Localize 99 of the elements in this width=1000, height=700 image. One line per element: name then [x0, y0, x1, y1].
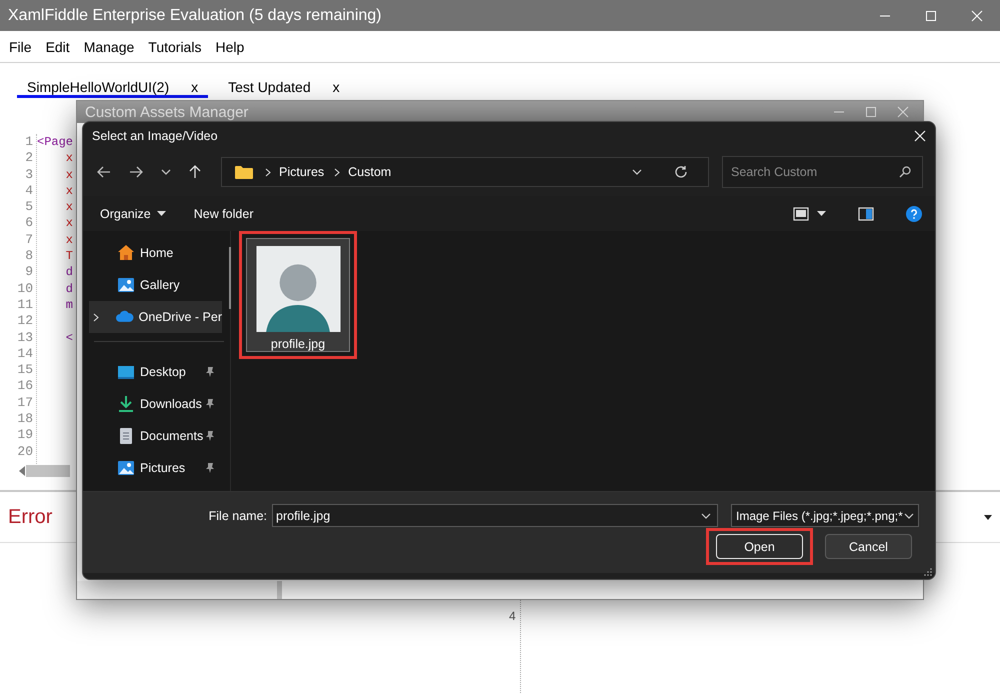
sidebar-item[interactable]: OneDrive - Per: [89, 301, 222, 333]
pin-icon[interactable]: [205, 398, 215, 410]
line-number: 4: [24, 182, 33, 200]
code-text: T: [64, 249, 74, 264]
dialog-button[interactable]: Open: [716, 534, 803, 559]
line-number: 10: [16, 280, 33, 297]
tab-close-button[interactable]: x: [332, 79, 340, 95]
menu-item[interactable]: File: [9, 38, 32, 54]
line-number: 9: [24, 264, 33, 281]
tab-close-button[interactable]: x: [191, 79, 198, 95]
chevron-down-icon[interactable]: [161, 169, 171, 175]
code-text: x: [64, 168, 74, 182]
line-number: 6: [24, 215, 33, 232]
up-arrow-icon[interactable]: [189, 165, 201, 179]
file-tile[interactable]: profile.jpg: [246, 238, 350, 352]
line-number: 12: [16, 313, 33, 330]
line-number: 15: [16, 362, 33, 378]
code-text: <: [64, 330, 74, 345]
sidebar-item[interactable]: Gallery: [89, 269, 222, 301]
code-text: d: [64, 265, 74, 280]
line-number: 19: [16, 427, 33, 444]
line-number: 16: [16, 378, 33, 395]
code-text: x: [64, 216, 74, 230]
file-name: profile.jpg: [270, 337, 326, 351]
breadcrumb-item[interactable]: Custom: [348, 165, 392, 179]
pin-icon[interactable]: [205, 462, 215, 474]
forward-arrow-icon[interactable]: [129, 166, 143, 178]
download-icon: [117, 395, 135, 413]
line-number: 2: [24, 150, 33, 167]
caret-icon: [156, 211, 166, 216]
code-text: x: [64, 200, 74, 214]
scrollbar-thumb[interactable]: [229, 247, 231, 309]
chevron-down-icon: [904, 512, 914, 518]
sidebar-item[interactable]: Pictures: [89, 452, 222, 484]
search-field[interactable]: Search Custom: [722, 156, 923, 188]
resize-grip-icon[interactable]: [924, 568, 932, 576]
window-title: XamlFiddle Enterprise Evaluation (5 days remaining): [7, 6, 382, 24]
chevron-down-icon[interactable]: [701, 513, 711, 519]
folder-icon: [235, 165, 253, 179]
preview-pane-icon[interactable]: [858, 206, 874, 220]
code-text: x: [64, 232, 74, 247]
file-name-label: File name:: [208, 508, 267, 522]
picture-icon: [117, 459, 135, 477]
chevron-down-icon[interactable]: [632, 169, 642, 175]
line-number: 1: [24, 134, 33, 150]
address-bar[interactable]: Pictures Custom: [221, 157, 709, 187]
code-text: d: [64, 282, 74, 296]
menu-item[interactable]: Help: [215, 38, 244, 54]
sidebar-item[interactable]: Downloads: [89, 388, 222, 420]
breadcrumb-item[interactable]: Pictures: [279, 165, 324, 179]
code-text: x: [64, 184, 74, 198]
refresh-icon[interactable]: [674, 165, 688, 179]
sidebar-item[interactable]: Desktop: [89, 356, 222, 388]
dropdown-caret-icon[interactable]: [984, 514, 992, 520]
line-number: 20: [16, 444, 33, 460]
chevron-right-icon: [265, 168, 271, 176]
file-name-field[interactable]: profile.jpg: [272, 504, 718, 527]
line-number: 17: [16, 394, 33, 412]
line-number: 3: [24, 166, 33, 183]
line-number: 8: [24, 248, 33, 264]
code-text: x: [64, 151, 74, 166]
document-icon: [117, 427, 135, 445]
line-number: 13: [16, 330, 33, 346]
toolbar-button[interactable]: New folder: [194, 206, 254, 220]
back-arrow-icon[interactable]: [97, 166, 111, 178]
maximize-icon[interactable]: [865, 106, 877, 118]
line-number: 5: [24, 199, 33, 216]
view-icon[interactable]: [793, 206, 809, 220]
menu-item[interactable]: Edit: [46, 38, 70, 54]
menu-item[interactable]: Manage: [84, 38, 134, 54]
line-number: 11: [16, 296, 33, 314]
ruler-label: 4: [509, 609, 516, 623]
chevron-right-icon[interactable]: [93, 312, 99, 322]
code-text: <Page: [37, 135, 74, 149]
line-number: 14: [16, 346, 33, 362]
sidebar-item[interactable]: Home: [89, 237, 222, 269]
pin-icon[interactable]: [205, 430, 215, 442]
gallery-icon: [117, 276, 135, 294]
pin-icon[interactable]: [205, 366, 215, 378]
desktop-icon: [117, 363, 135, 381]
sidebar-item[interactable]: Documents: [89, 420, 222, 452]
line-number: 7: [24, 232, 33, 248]
scrollbar-thumb[interactable]: [26, 464, 70, 476]
editor-tab[interactable]: Test Updated x: [218, 79, 350, 98]
caret-icon[interactable]: [817, 211, 826, 216]
dialog-title: Select an Image/Video: [92, 129, 218, 143]
window-title: Custom Assets Manager: [85, 104, 248, 120]
search-icon: [899, 166, 911, 178]
code-text: m: [64, 298, 74, 312]
dialog-button[interactable]: Cancel: [825, 534, 912, 559]
home-icon: [117, 244, 135, 262]
line-number: 18: [16, 411, 33, 428]
error-title: Error: [8, 506, 52, 528]
file-type-dropdown[interactable]: Image Files (*.jpg;*.jpeg;*.png;*: [731, 504, 919, 527]
close-icon[interactable]: [914, 130, 926, 142]
menu-item[interactable]: Tutorials: [148, 38, 202, 54]
chevron-right-icon: [334, 168, 340, 176]
help-icon[interactable]: [906, 206, 922, 222]
toolbar-button[interactable]: Organize: [100, 206, 166, 220]
